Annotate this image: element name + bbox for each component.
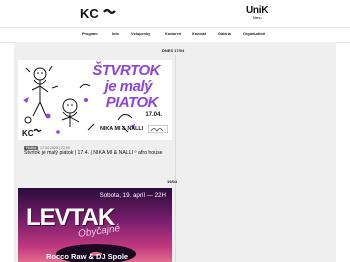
event-poster-1[interactable]: KC ŠTVRTOK je malý PIATOK 17.04. NIKA MI… <box>18 60 172 140</box>
nav-item-galeria[interactable]: Galéria <box>218 32 231 36</box>
poster1-artists: NIKA MI & NALLI <box>100 126 144 132</box>
event1-title[interactable]: Štvrtok je malý piatok | 17.4. | NIKA MI… <box>24 150 163 156</box>
site-header: KC UniK Menu <box>0 0 350 26</box>
menu-label[interactable]: Menu <box>246 16 268 20</box>
main-nav: Program Info Vstupenky Kaviareň Kontakt … <box>0 27 350 43</box>
kc-logo[interactable]: KC <box>80 6 116 20</box>
nav-item-program[interactable]: Program <box>82 32 98 36</box>
unik-brand: UniK <box>246 5 269 16</box>
poster1-date: 17.04. <box>145 112 162 118</box>
svg-text:KC: KC <box>80 6 99 20</box>
nav-item-vstupenky[interactable]: Vstupenky <box>131 32 150 36</box>
event-poster-2[interactable]: Sobota, 19. apríl — 22H LEVTAK Obyčajné … <box>18 188 172 262</box>
poster1-line2: je malý <box>104 78 153 95</box>
nav-item-kaviaren[interactable]: Kaviareň <box>165 32 181 36</box>
svg-text:KC: KC <box>22 129 34 138</box>
poster1-line3: PIATOK <box>105 94 159 111</box>
poster1-line1: ŠTVRTOK <box>92 62 160 79</box>
section-date-today: DNES 17/04 <box>162 48 185 53</box>
nav-item-info[interactable]: Info <box>112 32 119 36</box>
afro-house-tag-icon <box>148 125 168 133</box>
nav-item-organizatori[interactable]: Organizátori <box>243 32 265 36</box>
vinyl-record-icon <box>56 244 136 262</box>
poster2-bottom: Rocco Raw & DJ Spole <box>46 252 129 261</box>
column-divider <box>175 55 176 262</box>
unik-logo[interactable]: UniK Menu <box>246 5 269 21</box>
nav-item-kontakt[interactable]: Kontakt <box>192 32 206 36</box>
section-date-19-04: 19/04 <box>167 179 178 184</box>
